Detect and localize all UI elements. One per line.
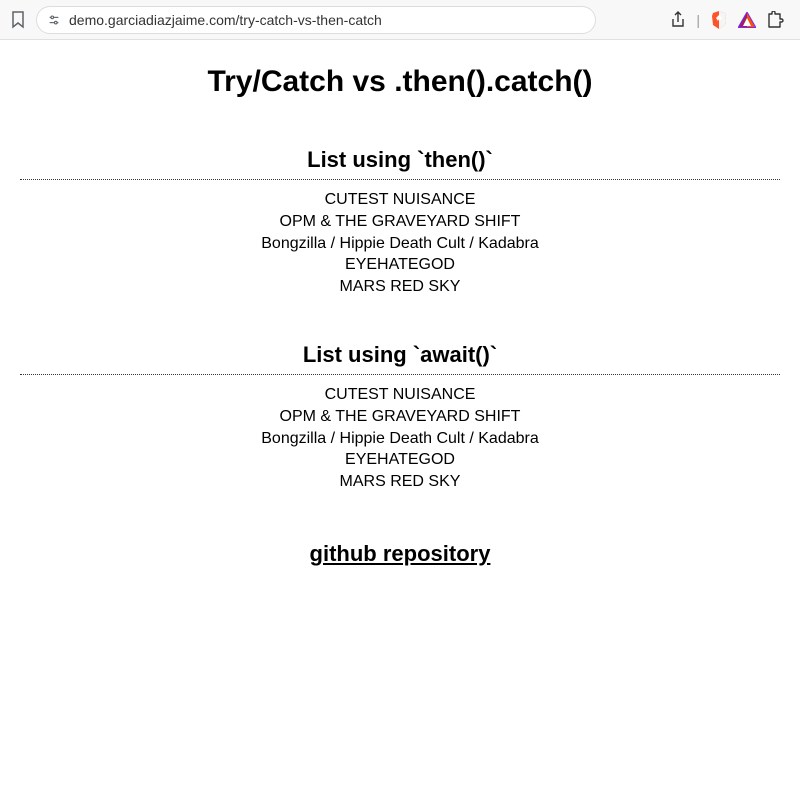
list-item: MARS RED SKY: [20, 472, 780, 493]
list-then: CUTEST NUISANCE OPM & THE GRAVEYARD SHIF…: [20, 190, 780, 298]
divider: [20, 179, 780, 180]
list-item: Bongzilla / Hippie Death Cult / Kadabra: [20, 429, 780, 450]
github-repository-link[interactable]: github repository: [310, 541, 491, 567]
brave-shields-icon[interactable]: [710, 10, 728, 30]
list-item: OPM & THE GRAVEYARD SHIFT: [20, 407, 780, 428]
toolbar-right: |: [670, 10, 792, 30]
divider: [20, 374, 780, 375]
browser-toolbar: demo.garciadiazjaime.com/try-catch-vs-th…: [0, 0, 800, 40]
url-bar[interactable]: demo.garciadiazjaime.com/try-catch-vs-th…: [36, 6, 596, 34]
page-content: Try/Catch vs .then().catch() List using …: [0, 40, 800, 592]
url-text: demo.garciadiazjaime.com/try-catch-vs-th…: [69, 12, 585, 28]
extensions-icon[interactable]: [766, 11, 784, 29]
share-icon[interactable]: [670, 11, 686, 29]
list-item: OPM & THE GRAVEYARD SHIFT: [20, 212, 780, 233]
section-title-then: List using `then()`: [20, 147, 780, 173]
list-item: CUTEST NUISANCE: [20, 385, 780, 406]
page-title: Try/Catch vs .then().catch(): [20, 65, 780, 99]
separator: |: [696, 12, 700, 28]
list-item: CUTEST NUISANCE: [20, 190, 780, 211]
list-item: MARS RED SKY: [20, 277, 780, 298]
section-title-await: List using `await()`: [20, 342, 780, 368]
bookmark-icon[interactable]: [8, 10, 28, 30]
list-await: CUTEST NUISANCE OPM & THE GRAVEYARD SHIF…: [20, 385, 780, 493]
list-item: Bongzilla / Hippie Death Cult / Kadabra: [20, 234, 780, 255]
list-item: EYEHATEGOD: [20, 450, 780, 471]
bat-rewards-icon[interactable]: [738, 12, 756, 28]
page-settings-icon[interactable]: [47, 13, 61, 27]
list-item: EYEHATEGOD: [20, 255, 780, 276]
